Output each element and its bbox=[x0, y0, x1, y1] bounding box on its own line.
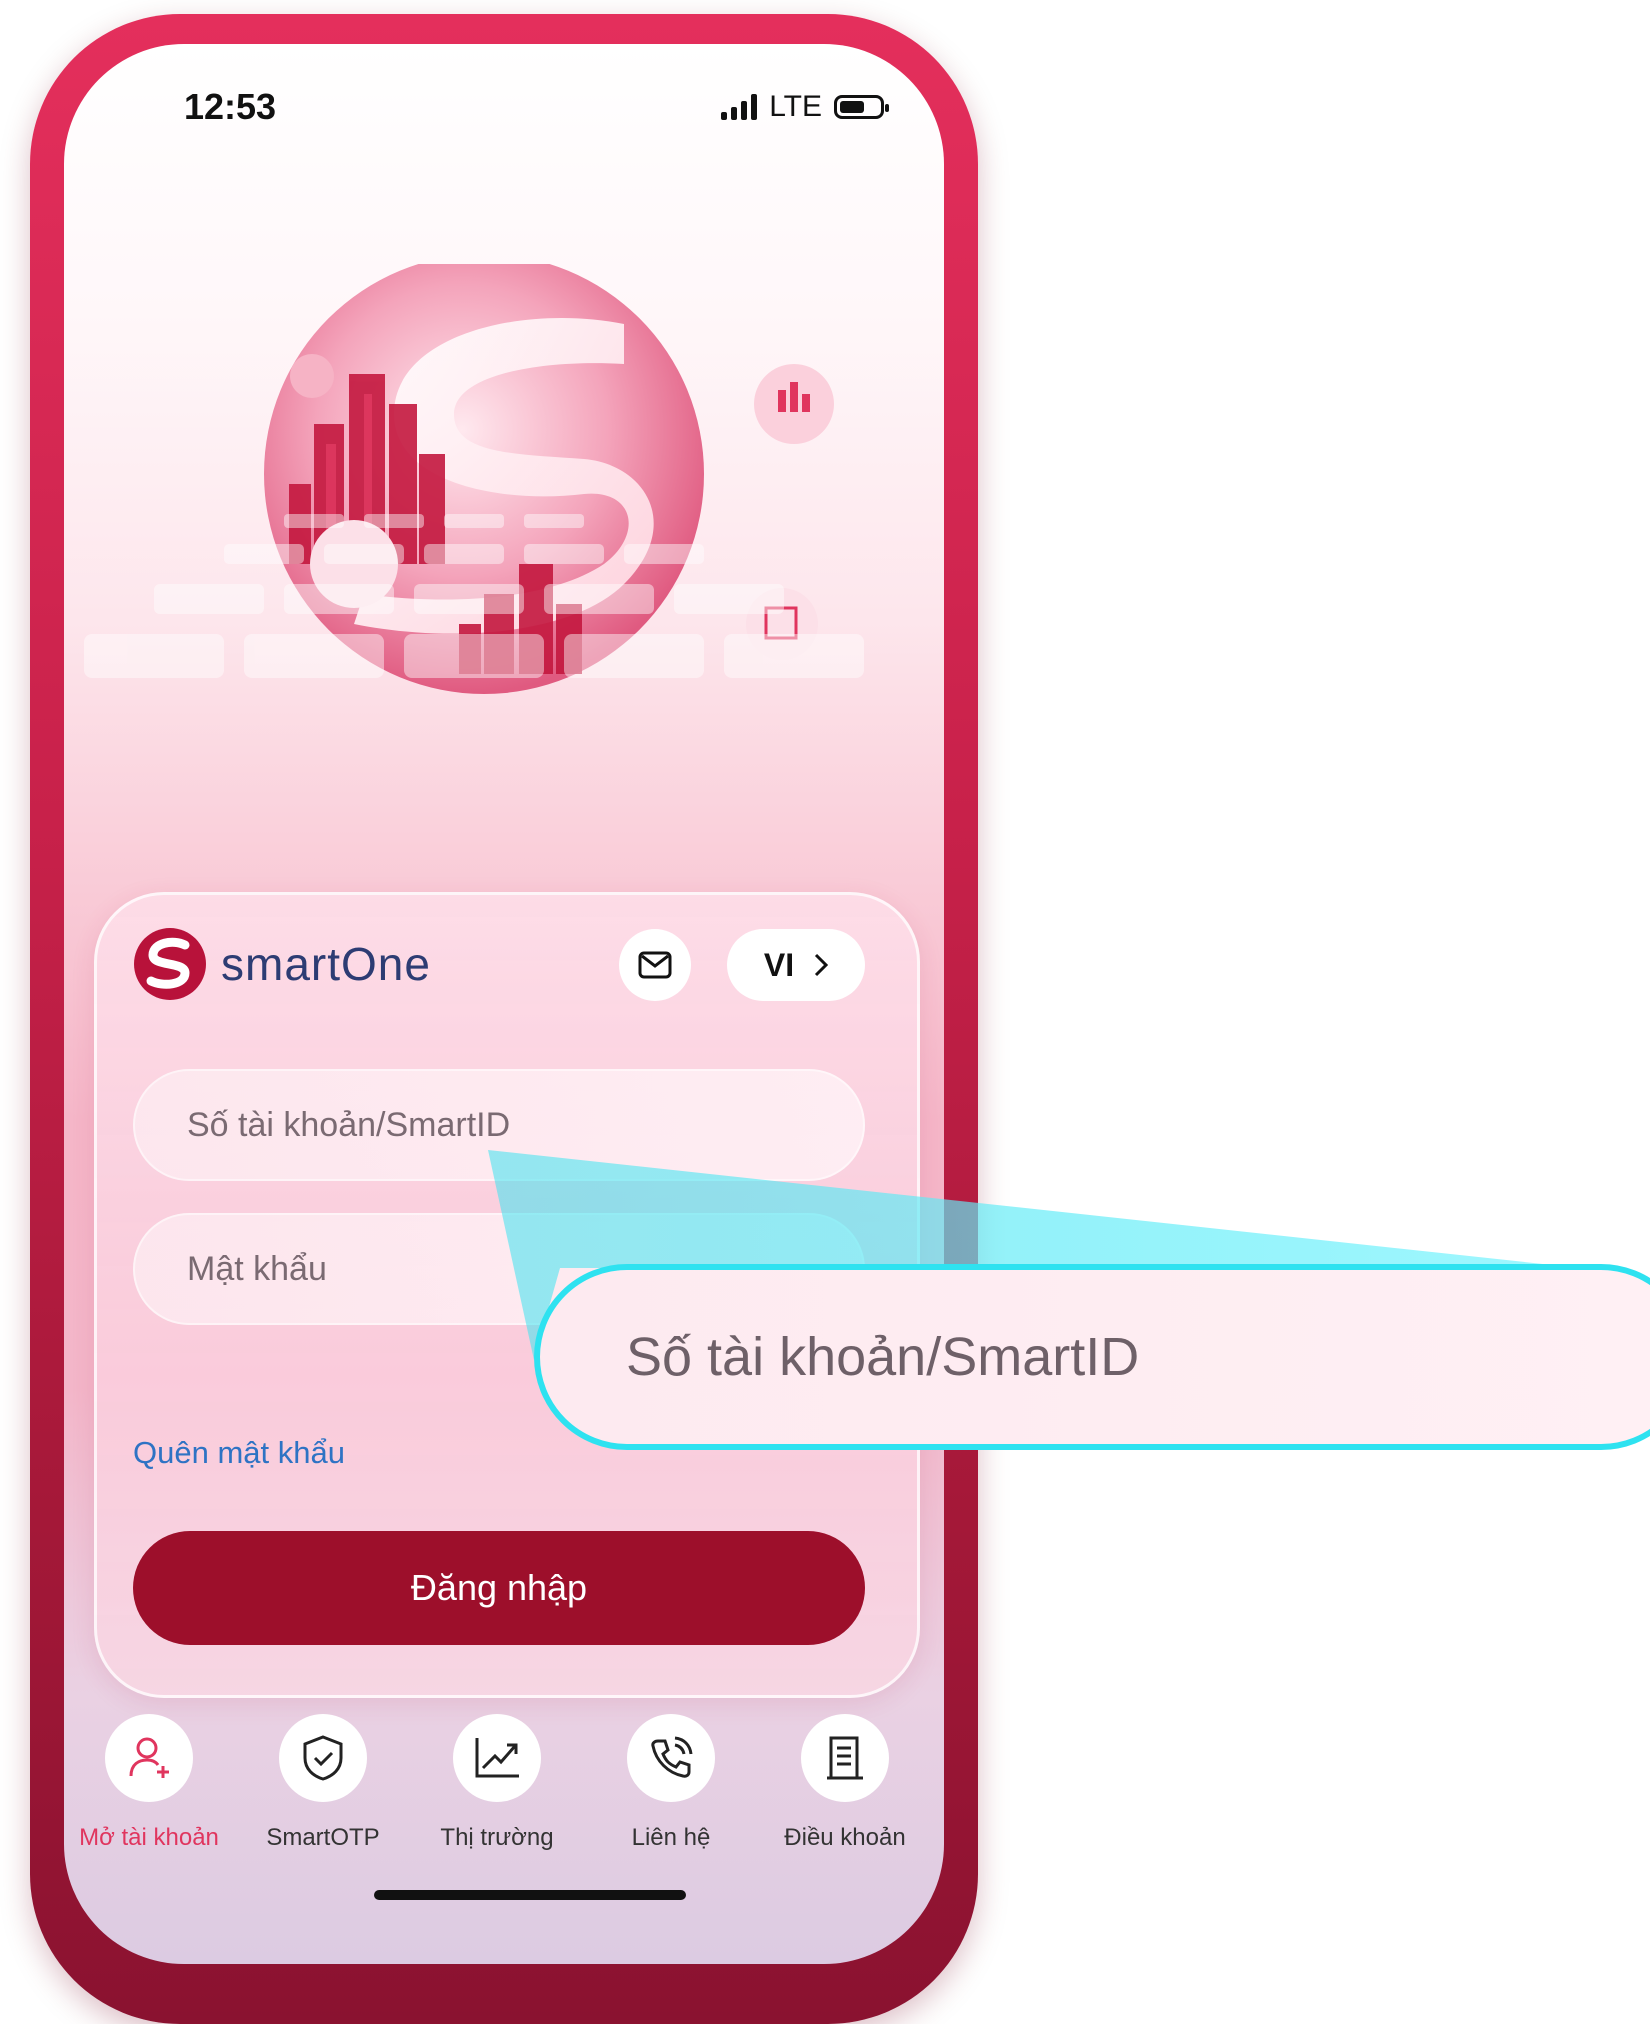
signal-icon bbox=[721, 94, 758, 120]
nav-item-contact[interactable]: Liên hệ bbox=[586, 1714, 756, 1852]
brand-name: smartOne bbox=[221, 938, 431, 990]
forgot-password-link[interactable]: Quên mật khẩu bbox=[133, 1435, 345, 1471]
brand-logo: smartOne bbox=[133, 927, 431, 1001]
bottom-nav: Mở tài khoản SmartOTP Thị trường Liên hệ… bbox=[64, 1714, 944, 1854]
add-user-icon bbox=[129, 1737, 169, 1778]
trend-chart-icon bbox=[475, 1738, 519, 1778]
password-placeholder: Mật khẩu bbox=[187, 1249, 327, 1288]
nav-label-open-account: Mở tài khoản bbox=[79, 1824, 219, 1851]
chevron-right-icon bbox=[815, 953, 829, 977]
login-button[interactable]: Đăng nhập bbox=[133, 1531, 865, 1645]
nav-item-market[interactable]: Thị trường bbox=[412, 1714, 582, 1852]
nav-item-open-account[interactable]: Mở tài khoản bbox=[64, 1714, 234, 1852]
status-time: 12:53 bbox=[184, 86, 277, 127]
mail-icon bbox=[638, 951, 672, 979]
shield-check-icon bbox=[303, 1735, 343, 1781]
grid-floor bbox=[84, 514, 864, 678]
network-label: LTE bbox=[769, 90, 822, 123]
status-indicators: LTE bbox=[721, 90, 889, 124]
nav-label-smartotp: SmartOTP bbox=[266, 1824, 380, 1851]
nav-label-market: Thị trường bbox=[440, 1824, 554, 1851]
callout-text: Số tài khoản/SmartID bbox=[626, 1327, 1140, 1387]
account-placeholder: Số tài khoản/SmartID bbox=[187, 1105, 511, 1144]
smartone-logo-icon bbox=[134, 928, 206, 1000]
nav-item-terms[interactable]: Điều khoản bbox=[760, 1714, 930, 1852]
document-icon bbox=[827, 1736, 863, 1780]
language-label: VI bbox=[763, 946, 795, 983]
nav-label-contact: Liên hệ bbox=[631, 1824, 711, 1851]
battery-icon bbox=[834, 95, 889, 119]
phone-frame: 12:53 LTE smartOne VI Số tài khoản/Smart… bbox=[30, 14, 978, 2024]
coin-bubble bbox=[290, 354, 334, 398]
account-input[interactable]: Số tài khoản/SmartID bbox=[133, 1069, 865, 1181]
inbox-button[interactable] bbox=[619, 929, 691, 1001]
home-indicator bbox=[374, 1890, 686, 1900]
app-screen: 12:53 LTE smartOne VI Số tài khoản/Smart… bbox=[64, 44, 944, 1964]
nav-label-terms: Điều khoản bbox=[784, 1824, 906, 1851]
zoom-callout: Số tài khoản/SmartID bbox=[534, 1264, 1650, 1450]
language-selector[interactable]: VI bbox=[727, 929, 865, 1001]
phone-icon bbox=[651, 1736, 693, 1778]
nav-item-smartotp[interactable]: SmartOTP bbox=[238, 1714, 408, 1852]
